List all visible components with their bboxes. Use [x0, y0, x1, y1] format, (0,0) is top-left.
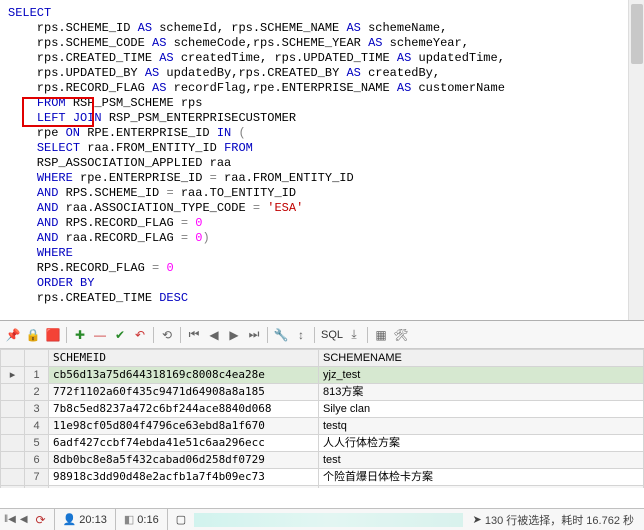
commit-icon[interactable]: ✔: [111, 326, 129, 344]
last-icon[interactable]: ⏭: [245, 326, 263, 344]
flag-icon: ▢: [176, 513, 186, 526]
sort-icon[interactable]: ↕: [292, 326, 310, 344]
col-header-schemeid[interactable]: SCHEMEID: [49, 350, 319, 367]
stop-icon[interactable]: 🟥: [44, 326, 62, 344]
table-row[interactable]: 56adf427ccbf74ebda41e51c6aa296ecc人人行体检方案: [1, 435, 644, 452]
timing-text: 130 行被选择，耗时 16.762 秒: [485, 512, 634, 528]
export-icon[interactable]: ⤓: [345, 326, 363, 344]
add-row-icon[interactable]: ✚: [71, 326, 89, 344]
col-header-schemename[interactable]: SCHEMENAME: [319, 350, 644, 367]
results-grid[interactable]: SCHEMEID SCHEMENAME ▸1cb56d13a75d6443181…: [0, 348, 644, 488]
table-row[interactable]: 798918c3dd90d48e2acfb1a7f4b09ec73个险首爆日体检…: [1, 469, 644, 486]
filter-icon[interactable]: 🔧: [272, 326, 290, 344]
cursor-pos: 20:13: [79, 514, 107, 526]
table-row[interactable]: 68db0bc8e8a5f432cabad06d258df0729test: [1, 452, 644, 469]
status-bar: ‖◀ ◀ ⟳ 👤 20:13 ◧ 0:16 ▢ ➤ 130 行被选择，耗时 16…: [0, 508, 644, 530]
user-indicator: 👤 20:13: [54, 509, 115, 530]
table-row[interactable]: 8b5ac057c9da24839a6e0be5721486f6a80601: [1, 486, 644, 489]
next-icon[interactable]: ▶: [225, 326, 243, 344]
refresh-icon[interactable]: ⟲: [158, 326, 176, 344]
table-row[interactable]: 37b8c5ed8237a472c6bf244ace8840d068Silye …: [1, 401, 644, 418]
grid-icon[interactable]: ▦: [372, 326, 390, 344]
table-row[interactable]: 411e98cf05d804f4796ce63ebd8a1f670testq: [1, 418, 644, 435]
status-filler: [194, 513, 462, 527]
results-toolbar: 📌 🔒 🟥 ✚ — ✔ ↶ ⟲ ⏮ ◀ ▶ ⏭ 🔧 ↕ SQL ⤓ ▦ 🛠: [0, 320, 644, 348]
sql-editor[interactable]: SELECT rps.SCHEME_ID AS schemeId, rps.SC…: [0, 0, 644, 320]
grid-corner: [1, 350, 25, 367]
first-icon[interactable]: ⏮: [185, 326, 203, 344]
nav-prev-icon[interactable]: ◀: [20, 514, 28, 525]
push-icon: ➤: [473, 513, 482, 526]
delete-row-icon[interactable]: —: [91, 326, 109, 344]
nav-first-icon[interactable]: ‖◀: [4, 514, 16, 525]
sql-tab-label[interactable]: SQL: [321, 329, 343, 341]
grid-header-row: SCHEMEID SCHEMENAME: [1, 350, 644, 367]
table-row[interactable]: 2772f1102a60f435c9471d64908a8a185813方案: [1, 384, 644, 401]
rollback-icon[interactable]: ↶: [131, 326, 149, 344]
tools-icon[interactable]: 🛠: [392, 326, 410, 344]
editor-scrollbar[interactable]: [628, 0, 644, 320]
selection-pos: 0:16: [137, 514, 158, 526]
grid-rownum-header: [25, 350, 49, 367]
pin-icon[interactable]: 📌: [4, 326, 22, 344]
lock-icon[interactable]: 🔒: [24, 326, 42, 344]
refresh-small-icon[interactable]: ⟳: [32, 511, 50, 529]
table-row[interactable]: ▸1cb56d13a75d644318169c8008c4ea28eyjz_te…: [1, 367, 644, 384]
prev-icon[interactable]: ◀: [205, 326, 223, 344]
